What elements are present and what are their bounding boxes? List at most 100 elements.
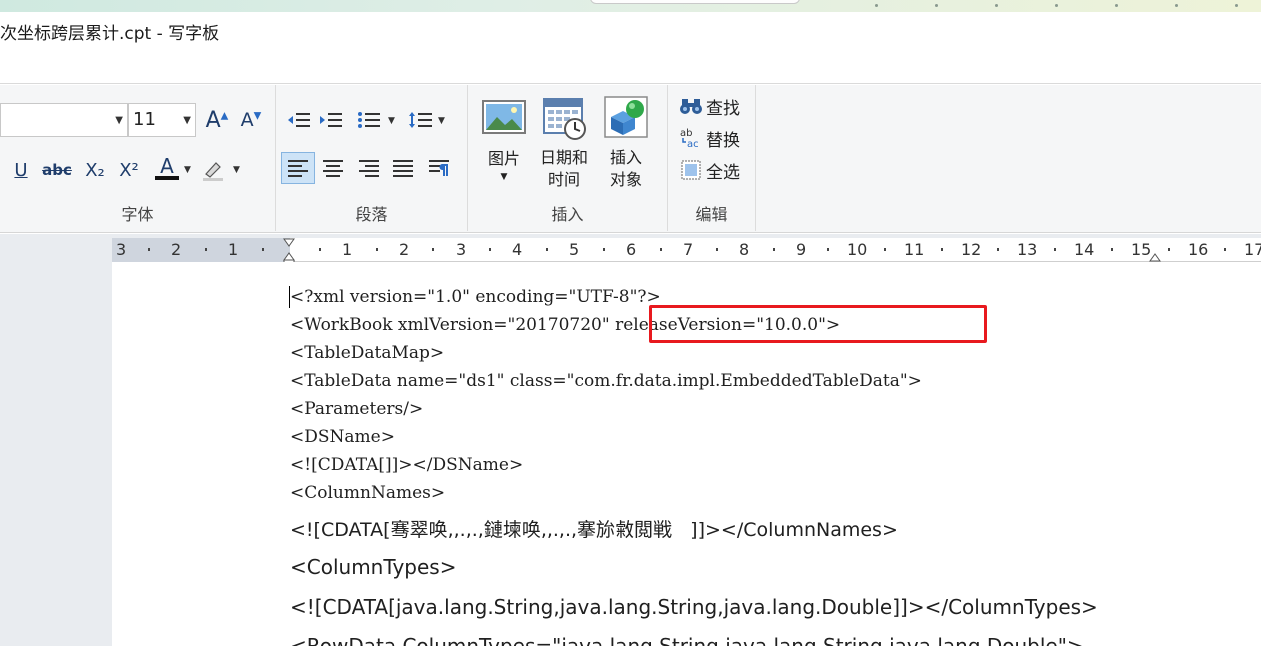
decrease-indent-icon [288, 113, 310, 127]
select-all-button[interactable]: 全选 [680, 157, 740, 183]
ruler-tick [997, 248, 999, 251]
insert-group: 图片 ▼ 日期和 时间 插入 对象 插入 [468, 85, 668, 231]
shrink-font-button[interactable]: A▼ [236, 105, 266, 135]
insert-object-icon [604, 96, 648, 138]
strip-dot [1055, 4, 1058, 7]
ruler-tick [489, 248, 491, 251]
ruler-tick [660, 248, 662, 251]
font-group: ▼ 11 ▼ A▲ A▼ U abc X₂ X² A ▼ ▼ 字体 [0, 85, 276, 231]
insert-object-label-line1: 插入 [609, 148, 642, 167]
align-right-button[interactable] [354, 153, 384, 183]
ruler-label: 4 [512, 240, 523, 259]
find-button[interactable]: 查找 [680, 93, 740, 119]
highlight-button[interactable] [198, 155, 228, 185]
ruler-label: 11 [904, 240, 925, 259]
ruler-tick [262, 248, 264, 251]
ruler-label: 3 [456, 240, 467, 259]
strikethrough-button[interactable]: abc [42, 155, 72, 185]
font-color-bar [155, 176, 179, 180]
ruler-label: 12 [961, 240, 982, 259]
ruler-label: 2 [171, 240, 182, 259]
insert-object-button[interactable]: 插入 对象 [596, 95, 656, 191]
superscript-button[interactable]: X² [114, 155, 144, 185]
grow-font-button[interactable]: A▲ [202, 105, 232, 135]
line-spacing-button[interactable] [406, 105, 436, 135]
ruler-tick [1054, 248, 1056, 251]
highlighter-icon [203, 162, 223, 181]
ruler-tick [716, 248, 718, 251]
replace-icon: ab ac [680, 128, 702, 149]
chevron-down-icon[interactable]: ▼ [438, 116, 445, 126]
replace-button[interactable]: ab ac 替换 [680, 125, 740, 151]
increase-indent-icon [320, 113, 342, 127]
binoculars-icon [680, 96, 702, 116]
paragraph-button[interactable] [424, 153, 454, 183]
document-line[interactable]: <DSName> [290, 427, 395, 447]
ruler-tick [827, 248, 829, 251]
document-line[interactable]: <?xml version="1.0" encoding="UTF-8"?> [290, 287, 661, 307]
select-all-icon [680, 160, 702, 180]
document-line[interactable]: <TableData name="ds1" class="com.fr.data… [290, 371, 922, 391]
font-color-button[interactable]: A [152, 153, 182, 183]
chevron-down-icon[interactable]: ▼ [184, 165, 191, 175]
top-strip [0, 0, 1261, 12]
document-line[interactable]: <ColumnTypes> [290, 555, 456, 579]
ruler-label: 5 [569, 240, 580, 259]
ruler-label: 6 [626, 240, 637, 259]
ruler-label: 10 [847, 240, 868, 259]
document-line[interactable]: <TableDataMap> [290, 343, 444, 363]
align-center-icon [323, 160, 343, 177]
font-family-select[interactable]: ▼ [0, 103, 128, 137]
font-size-select[interactable]: 11 ▼ [128, 103, 196, 137]
paragraph-icon [429, 160, 449, 176]
document-line[interactable]: <ColumnNames> [290, 483, 445, 503]
align-left-button[interactable] [281, 152, 315, 184]
insert-group-label: 插入 [551, 205, 584, 224]
horizontal-ruler[interactable]: 3 2 1 1 2 3 4 5 6 7 8 9 10 11 12 13 14 1… [112, 238, 1261, 264]
strip-dot [935, 4, 938, 7]
svg-text:ab: ab [680, 128, 692, 139]
subscript-button[interactable]: X₂ [80, 155, 110, 185]
strip-dot [875, 4, 878, 7]
select-all-label: 全选 [706, 162, 740, 183]
indent-marker-icon[interactable] [282, 238, 296, 264]
bullet-list-button[interactable] [354, 105, 384, 135]
superscript-icon: X² [119, 159, 139, 181]
decrease-indent-button[interactable] [284, 105, 314, 135]
ruler-tick [319, 248, 321, 251]
ruler-tick [205, 248, 207, 251]
justify-button[interactable] [388, 153, 418, 183]
underline-button[interactable]: U [6, 155, 36, 185]
chevron-down-icon: ▼ [183, 115, 191, 126]
chevron-down-icon[interactable]: ▼ [233, 165, 240, 175]
right-indent-marker-icon[interactable] [1149, 252, 1161, 262]
strip-dot [1235, 4, 1238, 7]
ruler-label: 13 [1017, 240, 1038, 259]
underline-icon: U [14, 159, 28, 181]
increase-indent-button[interactable] [316, 105, 346, 135]
ruler-label: 14 [1074, 240, 1095, 259]
ruler-label: 7 [683, 240, 694, 259]
document-line[interactable]: <![CDATA[骞翠唤,,.,.,鏈堜唤,,.,.,搴旀敹閲戦 ]]></Co… [290, 515, 898, 542]
insert-picture-button[interactable]: 图片 ▼ [474, 95, 534, 183]
insert-datetime-label: 日期和 时间 [534, 147, 594, 191]
document-line[interactable]: <RowData ColumnTypes="java.lang.String,j… [290, 634, 1084, 646]
grow-font-icon: A▲ [205, 107, 229, 133]
chevron-down-icon[interactable]: ▼ [388, 116, 395, 126]
ruler-tick [773, 248, 775, 251]
search-pill[interactable] [590, 0, 800, 4]
subscript-icon: X₂ [85, 159, 105, 181]
align-center-button[interactable] [318, 153, 348, 183]
calendar-clock-icon [543, 98, 586, 140]
strip-dot [1175, 4, 1178, 7]
picture-icon [482, 100, 526, 134]
ruler-tick [148, 248, 150, 251]
svg-text:ac: ac [687, 139, 699, 149]
paragraph-group: ▼ ▼ 段落 [276, 85, 468, 231]
document-line[interactable]: <Parameters/> [290, 399, 423, 419]
justify-icon [393, 160, 413, 177]
window-title: 次坐标跨层累计.cpt - 写字板 [0, 24, 220, 44]
document-line[interactable]: <![CDATA[]]></DSName> [290, 455, 523, 475]
document-line[interactable]: <![CDATA[java.lang.String,java.lang.Stri… [290, 595, 1098, 619]
insert-datetime-button[interactable]: 日期和 时间 [534, 95, 594, 191]
